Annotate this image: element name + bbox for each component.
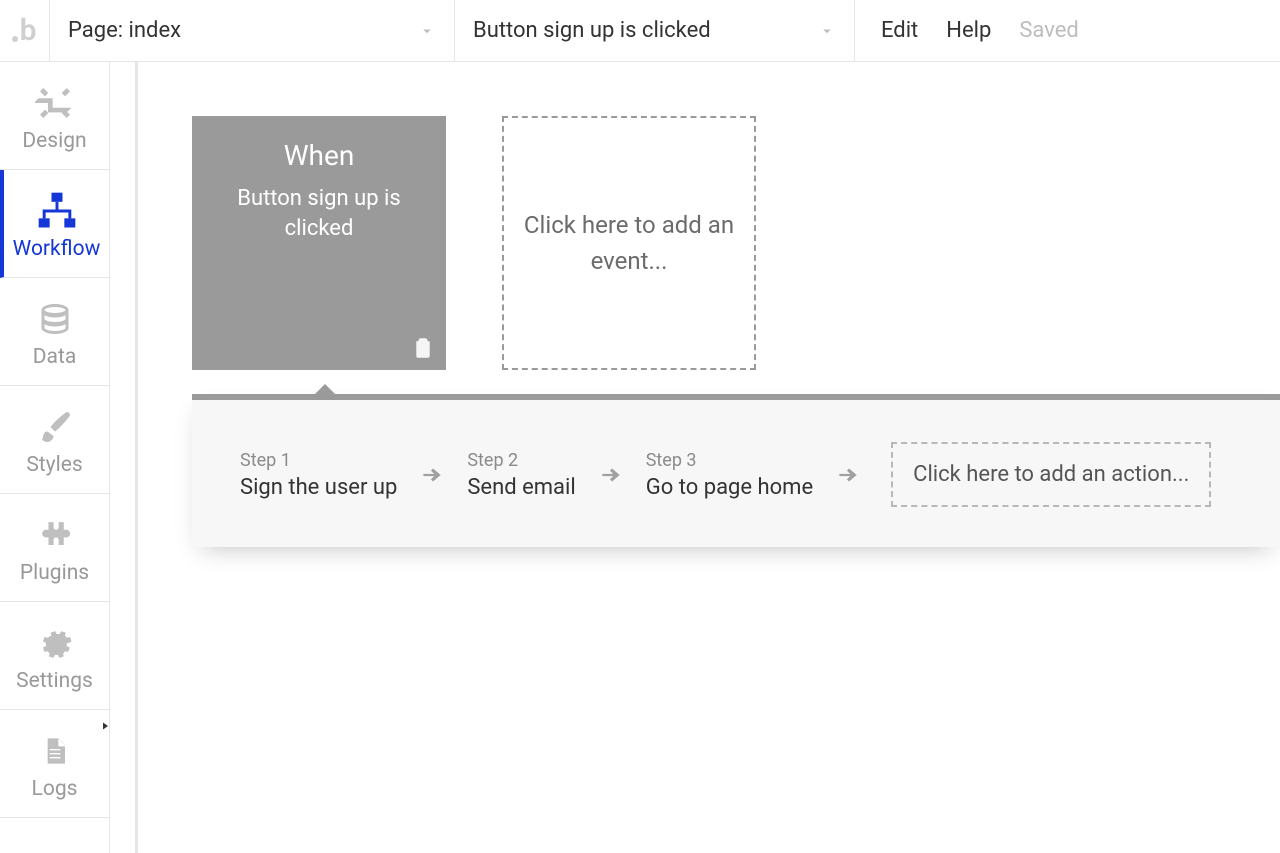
sidebar-item-label: Styles (26, 453, 82, 477)
event-card-selected[interactable]: When Button sign up is clicked (192, 116, 446, 370)
event-pointer-icon (311, 384, 339, 398)
arrow-right-icon (419, 462, 445, 488)
arrow-right-icon (835, 462, 861, 488)
sidebar: Design Workflow Data Styles (0, 62, 110, 853)
chevron-down-icon (418, 22, 436, 40)
delete-event-button[interactable] (411, 333, 435, 361)
add-event-label: Click here to add an event... (504, 207, 754, 279)
save-status: Saved (1019, 18, 1078, 43)
step-label: Step 1 (240, 450, 397, 471)
sidebar-item-settings[interactable]: Settings (0, 602, 109, 710)
help-link[interactable]: Help (946, 18, 991, 43)
sidebar-item-styles[interactable]: Styles (0, 386, 109, 494)
add-action-placeholder[interactable]: Click here to add an action... (891, 442, 1211, 507)
database-icon (37, 295, 73, 343)
event-description: Button sign up is clicked (193, 184, 445, 243)
paintbrush-icon (37, 403, 73, 451)
event-heading: When (284, 139, 355, 172)
step-label: Step 3 (646, 450, 813, 471)
events-row: When Button sign up is clicked Click her… (138, 62, 1280, 370)
workflow-step[interactable]: Step 3 Go to page home (646, 450, 813, 500)
chevron-down-icon (818, 22, 836, 40)
event-selector-label: Button sign up is clicked (473, 18, 711, 43)
sidebar-item-label: Data (33, 345, 77, 369)
step-action: Go to page home (646, 475, 813, 500)
sidebar-item-workflow[interactable]: Workflow (0, 170, 109, 278)
steps-panel: Step 1 Sign the user up Step 2 Send emai… (192, 394, 1280, 547)
sidebar-item-label: Workflow (13, 237, 101, 261)
workflow-canvas: When Button sign up is clicked Click her… (110, 62, 1280, 853)
gear-icon (37, 619, 73, 667)
sidebar-item-design[interactable]: Design (0, 62, 109, 170)
workflow-step[interactable]: Step 1 Sign the user up (240, 450, 397, 500)
top-bar: b Page: index Button sign up is clicked … (0, 0, 1280, 62)
workflow-icon (35, 187, 79, 235)
sidebar-item-logs[interactable]: Logs (0, 710, 109, 818)
sidebar-item-label: Settings (16, 669, 93, 693)
page-selector-label: Page: index (68, 18, 181, 43)
plugin-icon (37, 511, 73, 559)
sidebar-item-label: Logs (32, 777, 78, 801)
sidebar-item-label: Plugins (20, 561, 89, 585)
sidebar-item-data[interactable]: Data (0, 278, 109, 386)
step-action: Sign the user up (240, 475, 397, 500)
workflow-step[interactable]: Step 2 Send email (467, 450, 575, 500)
add-event-placeholder[interactable]: Click here to add an event... (502, 116, 756, 370)
document-icon (39, 727, 71, 775)
logo-cell: b (0, 0, 50, 61)
event-selector-dropdown[interactable]: Button sign up is clicked (455, 0, 855, 61)
sidebar-item-plugins[interactable]: Plugins (0, 494, 109, 602)
sidebar-item-label: Design (22, 129, 86, 153)
app-logo-icon: b (14, 13, 36, 48)
top-links: Edit Help Saved (855, 0, 1079, 61)
edit-link[interactable]: Edit (881, 18, 918, 43)
page-selector-dropdown[interactable]: Page: index (50, 0, 455, 61)
step-label: Step 2 (467, 450, 575, 471)
design-icon (35, 79, 75, 127)
main-layout: Design Workflow Data Styles (0, 62, 1280, 853)
add-action-label: Click here to add an action... (913, 462, 1189, 487)
arrow-right-icon (598, 462, 624, 488)
step-action: Send email (467, 475, 575, 500)
